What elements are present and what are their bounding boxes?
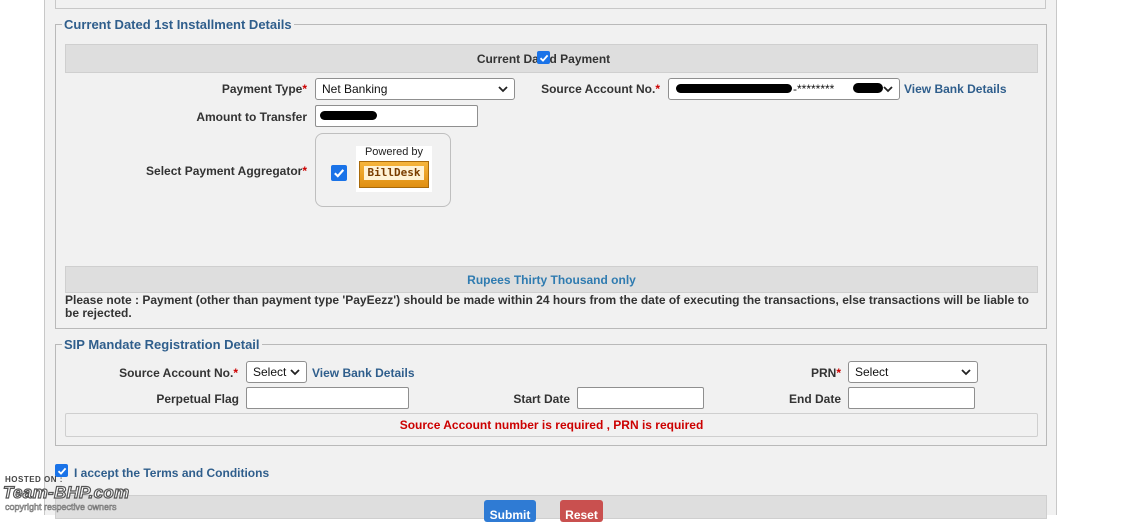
chevron-down-icon [883, 86, 893, 93]
aggregator-label: Select Payment Aggregator* [146, 164, 307, 178]
aggregator-option-box[interactable]: Powered by BillDesk [315, 133, 451, 207]
sip-error-message: Source Account number is required , PRN … [399, 418, 704, 432]
reset-button[interactable]: Reset [560, 500, 603, 522]
sip-source-account-value: Select [253, 365, 287, 379]
sip-view-bank-details-link[interactable]: View Bank Details [312, 366, 415, 380]
payment-type-label: Payment Type* [221, 82, 307, 96]
sip-error-box: Source Account number is required , PRN … [65, 413, 1038, 437]
payment-type-select[interactable]: Net Banking [315, 78, 515, 100]
redacted-amount [320, 111, 377, 120]
billdesk-name: BillDesk [364, 166, 424, 180]
prn-select[interactable]: Select [848, 361, 978, 383]
installment-legend: Current Dated 1st Installment Details [64, 17, 292, 32]
payment-type-value: Net Banking [322, 82, 388, 96]
perpetual-flag-label: Perpetual Flag [156, 392, 239, 406]
start-date-input[interactable] [577, 387, 704, 409]
perpetual-flag-input[interactable] [246, 387, 409, 409]
action-bar [55, 495, 1047, 519]
chevron-down-icon [498, 86, 508, 93]
check-icon [539, 54, 548, 62]
end-date-input[interactable] [848, 387, 975, 409]
amount-label: Amount to Transfer [196, 110, 307, 124]
prn-label: PRN* [810, 366, 841, 380]
source-account-label: Source Account No.* [541, 82, 660, 96]
billdesk-powered-text: Powered by [364, 146, 424, 158]
start-date-label: Start Date [513, 392, 570, 406]
watermark-copyright: copyright respective owners [5, 502, 117, 513]
sip-source-account-label: Source Account No.* [119, 366, 238, 380]
amount-words-bar: Rupees Thirty Thousand only [65, 266, 1038, 293]
payment-note: Please note : Payment (other than paymen… [65, 293, 1029, 320]
source-account-masked: -******** [793, 82, 835, 96]
billdesk-checkbox[interactable] [331, 165, 347, 181]
billdesk-logo: Powered by BillDesk [356, 146, 432, 192]
current-dated-checkbox[interactable] [537, 51, 550, 64]
prn-value: Select [855, 365, 889, 379]
form-container: Current Dated 1st Installment Details Cu… [44, 0, 1057, 522]
sip-legend: SIP Mandate Registration Detail [64, 337, 260, 352]
view-bank-details-link[interactable]: View Bank Details [904, 82, 1007, 96]
end-date-label: End Date [788, 392, 841, 406]
current-dated-bar: Current Dated Payment [65, 44, 1038, 73]
submit-button[interactable]: Submit [484, 500, 536, 522]
previous-panel-edge [55, 0, 1046, 9]
redacted-account-suffix [853, 83, 883, 93]
amount-words-text: Rupees Thirty Thousand only [467, 272, 636, 287]
sip-source-account-select[interactable]: Select [246, 361, 307, 383]
check-icon [334, 169, 345, 178]
chevron-down-icon [961, 369, 971, 376]
team-bhp-watermark: HOSTED ON : Team-BHP.com copyright respe… [2, 474, 203, 515]
billdesk-badge: BillDesk [359, 161, 429, 188]
redacted-account-prefix [676, 84, 792, 93]
chevron-down-icon [290, 369, 300, 376]
watermark-brand: Team-BHP.com [2, 482, 130, 502]
